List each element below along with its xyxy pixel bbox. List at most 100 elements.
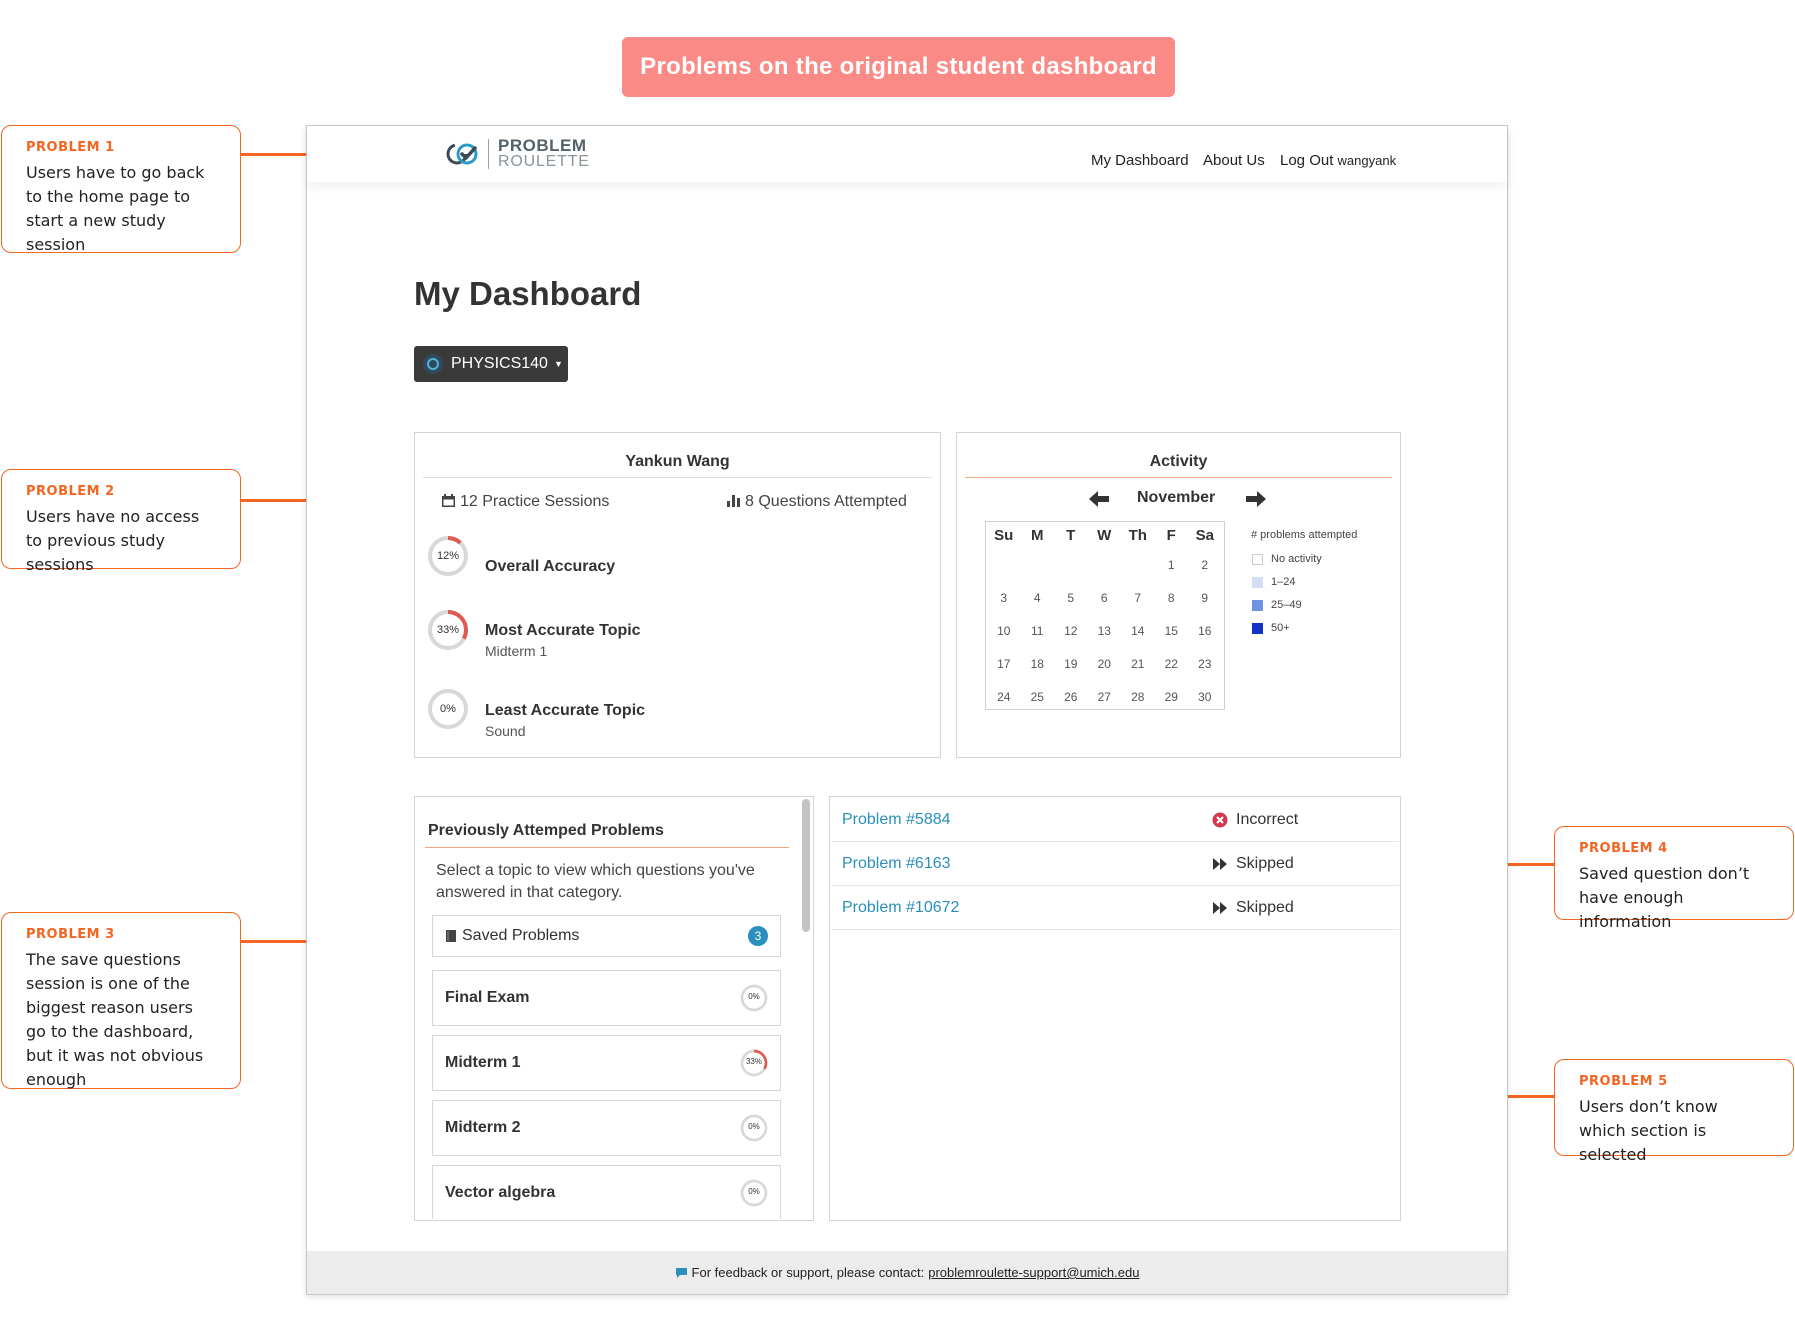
topic-percent: 0% <box>748 1122 760 1131</box>
topic-item[interactable]: Vector algebra 0% <box>432 1165 781 1219</box>
questions-attempted: 8 Questions Attempted <box>745 493 907 510</box>
logo-text-bottom: ROULETTE <box>498 153 590 170</box>
saved-problems-label: Saved Problems <box>462 927 580 944</box>
logo-text-top: PROBLEM <box>498 136 587 155</box>
problem-status: Skipped <box>1212 899 1294 917</box>
weekday-header: M <box>1031 526 1044 544</box>
problem-row[interactable]: Problem #10672 Skipped <box>831 886 1399 930</box>
problem-row[interactable]: Problem #5884 Incorrect <box>831 798 1399 842</box>
calendar-day[interactable]: 28 <box>1121 680 1155 713</box>
calendar-day[interactable]: 16 <box>1188 614 1222 647</box>
nav-username: wangyank <box>1337 153 1397 168</box>
calendar-empty-cell <box>1121 548 1155 581</box>
calendar-empty-cell <box>1054 548 1088 581</box>
problem-link[interactable]: Problem #5884 <box>842 811 951 829</box>
callout-problem-1: PROBLEM 1 Users have to go back to the h… <box>1 125 241 254</box>
calendar-day[interactable]: 12 <box>1054 614 1088 647</box>
previous-problems-title: Previously Attemped Problems <box>428 822 664 839</box>
topic-percent: 0% <box>748 992 760 1001</box>
legend-swatch <box>1252 576 1263 588</box>
calendar-day[interactable]: 6 <box>1088 581 1122 614</box>
arrow-right-icon[interactable] <box>1243 488 1269 510</box>
problem-link[interactable]: Problem #6163 <box>842 855 951 873</box>
topic-percent: 33% <box>745 1057 762 1066</box>
nav-about-us[interactable]: About Us <box>1203 152 1265 169</box>
calendar-day[interactable]: 10 <box>987 614 1021 647</box>
page-title: My Dashboard <box>414 275 642 312</box>
calendar-day[interactable]: 8 <box>1155 581 1189 614</box>
practice-sessions[interactable]: 12 Practice Sessions <box>460 493 609 511</box>
divider <box>423 477 932 478</box>
callout-body: Users have to go back to the home page t… <box>26 163 205 254</box>
topic-progress: 0% <box>740 1179 768 1207</box>
calendar-day[interactable]: 9 <box>1188 581 1222 614</box>
bar-chart-icon <box>726 493 741 508</box>
overall-accuracy-label: Overall Accuracy <box>485 558 616 575</box>
calendar-day[interactable]: 20 <box>1088 647 1122 680</box>
logo-divider <box>488 139 489 169</box>
topic-item[interactable]: Midterm 1 33% <box>432 1035 781 1091</box>
footer: For feedback or support, please contact:… <box>307 1251 1507 1294</box>
calendar-day[interactable]: 19 <box>1054 647 1088 680</box>
calendar-day[interactable]: 3 <box>987 581 1021 614</box>
calendar-day[interactable]: 26 <box>1054 680 1088 713</box>
saved-problems-item[interactable]: Saved Problems 3 <box>432 915 781 957</box>
callout-problem-5: PROBLEM 5 Users don’t know which section… <box>1554 1059 1794 1164</box>
legend-label: 1–24 <box>1271 576 1296 588</box>
topic-item[interactable]: Midterm 2 0% <box>432 1100 781 1156</box>
calendar-day[interactable]: 18 <box>1021 647 1055 680</box>
activity-title: Activity <box>1149 453 1208 470</box>
topic-item[interactable]: Final Exam 0% <box>432 970 781 1026</box>
callout-problem-3: PROBLEM 3 The save questions session is … <box>1 912 241 1089</box>
most-accurate-topic: Midterm 1 <box>485 643 548 659</box>
calendar-day[interactable]: 11 <box>1021 614 1055 647</box>
calendar-day[interactable]: 29 <box>1155 680 1189 713</box>
calendar-month: November <box>1137 489 1216 506</box>
topic-name: Midterm 2 <box>445 1119 521 1136</box>
calendar-day[interactable]: 27 <box>1088 680 1122 713</box>
calendar-day[interactable]: 23 <box>1188 647 1222 680</box>
nav-logout[interactable]: Log Out wangyank <box>1280 152 1396 169</box>
least-accurate-percent: 0% <box>440 703 456 715</box>
callout-body: Users have no access to previous study s… <box>26 507 200 574</box>
calendar-day[interactable]: 30 <box>1188 680 1222 713</box>
calendar-day[interactable]: 2 <box>1188 548 1222 581</box>
course-label: PHYSICS140 <box>451 355 548 372</box>
problem-row[interactable]: Problem #6163 Skipped <box>831 842 1399 886</box>
topic-progress: 0% <box>740 984 768 1012</box>
course-dropdown[interactable]: PHYSICS140 ▼ <box>414 346 568 382</box>
calendar-day[interactable]: 14 <box>1121 614 1155 647</box>
calendar-day[interactable]: 4 <box>1021 581 1055 614</box>
callout-body: Users don’t know which section is select… <box>1579 1097 1718 1164</box>
support-email-link[interactable]: problemroulette-support@umich.edu <box>928 1265 1139 1280</box>
weekday-header: Su <box>994 526 1014 544</box>
calendar-day[interactable]: 15 <box>1155 614 1189 647</box>
calendar-day[interactable]: 7 <box>1121 581 1155 614</box>
calendar-day[interactable]: 1 <box>1155 548 1189 581</box>
page-banner: Problems on the original student dashboa… <box>622 37 1175 97</box>
calendar-day[interactable]: 13 <box>1088 614 1122 647</box>
calendar-day[interactable]: 25 <box>1021 680 1055 713</box>
footer-text: For feedback or support, please contact: <box>691 1265 925 1280</box>
weekday-header: F <box>1166 526 1176 544</box>
most-accurate-label: Most Accurate Topic <box>485 622 641 639</box>
calendar-day[interactable]: 21 <box>1121 647 1155 680</box>
skip-icon <box>1213 858 1227 870</box>
logo-icon[interactable] <box>443 138 483 170</box>
calendar-day[interactable]: 24 <box>987 680 1021 713</box>
topic-progress: 0% <box>740 1114 768 1142</box>
calendar-day[interactable]: 17 <box>987 647 1021 680</box>
legend-title: # problems attempted <box>1251 529 1358 541</box>
arrow-left-icon[interactable] <box>1086 488 1112 510</box>
weekday-header: Th <box>1128 526 1147 544</box>
calendar-day[interactable]: 5 <box>1054 581 1088 614</box>
scrollbar[interactable] <box>802 799 810 932</box>
calendar-day[interactable]: 22 <box>1155 647 1189 680</box>
divider <box>965 477 1392 478</box>
divider <box>425 847 789 848</box>
calendar-empty-cell <box>1088 548 1122 581</box>
legend-swatch <box>1252 622 1263 634</box>
problem-status-label: Incorrect <box>1236 811 1299 828</box>
problem-link[interactable]: Problem #10672 <box>842 899 959 917</box>
nav-my-dashboard[interactable]: My Dashboard <box>1091 152 1189 169</box>
